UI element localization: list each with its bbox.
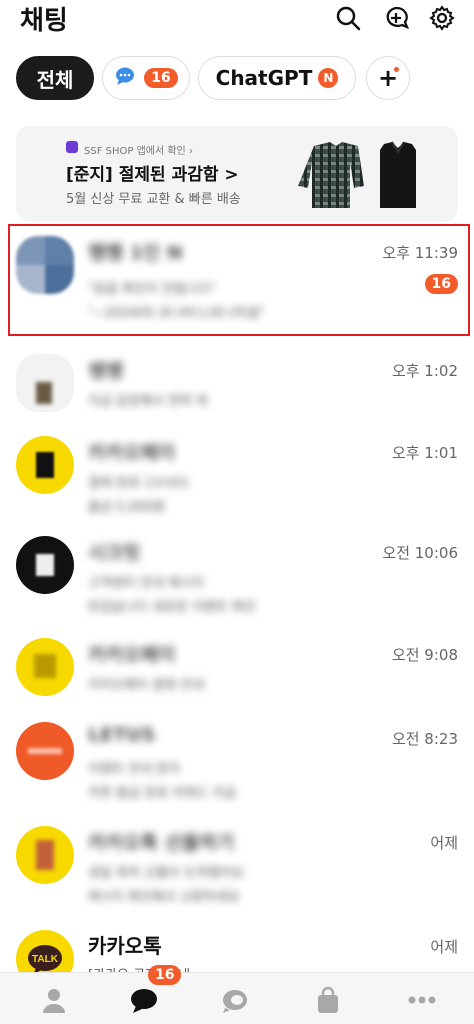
filter-all-label: 전체 xyxy=(36,67,74,92)
chat-row[interactable]: 쨍쨍 1인 N 오후 11:39 16 "읽음 확인이 안됩니다" "~2024… xyxy=(0,226,474,326)
chat-preview-line2: 쿠폰 발급 완료 리워드 지급 xyxy=(88,786,237,801)
ad-title: [준지] 절제된 과감함 > xyxy=(66,165,239,185)
chat-preview-line2: "~202405 유니버스/유니버셜" xyxy=(88,306,265,321)
chat-time: 오전 9:08 xyxy=(391,646,458,664)
shopping-tab-icon[interactable] xyxy=(308,983,348,1017)
ssf-shop-logo xyxy=(66,141,78,153)
kakaopay-avatar xyxy=(16,436,74,494)
chat-row[interactable]: 카카오톡 선물하기 어제 생일 축하 선물이 도착했어요 메시지 확인해서 교환… xyxy=(0,816,474,916)
orange-brand-avatar xyxy=(16,722,74,780)
chat-time: 오후 1:02 xyxy=(391,362,458,380)
talk-logo-text: TALK xyxy=(32,954,59,965)
chats-tab-badge: 16 xyxy=(148,965,182,985)
chat-name: 카카오톡 선물하기 xyxy=(88,832,235,854)
chat-row[interactable]: LETUS 오전 8:23 이벤트 안내 문자 쿠폰 발급 완료 리워드 지급 xyxy=(0,712,474,812)
new-dot xyxy=(394,67,399,72)
black-brand-avatar xyxy=(16,536,74,594)
settings-icon[interactable] xyxy=(428,4,456,32)
friends-tab-icon[interactable] xyxy=(34,983,74,1017)
more-tab-icon[interactable] xyxy=(402,983,442,1017)
chat-bubble-icon xyxy=(114,66,136,90)
chat-time: 어제 xyxy=(430,834,458,852)
chat-name: 쨍쨍 1인 N xyxy=(88,242,183,264)
chat-name: 쌩쌩 xyxy=(88,360,123,382)
chat-name: 카카오페이 xyxy=(88,644,176,666)
chat-row[interactable]: 카카오페이 오후 1:01 결제 완료 13시01 출금 5,000원 xyxy=(0,426,474,526)
chats-tab-icon[interactable] xyxy=(124,983,164,1017)
chat-row[interactable]: 시크릿 오전 10:06 고객센터 안내 메시지 반갑습니다 새로운 이벤트 확… xyxy=(0,526,474,626)
filter-all[interactable]: 전체 xyxy=(16,56,94,100)
chat-name: 시크릿 xyxy=(88,542,141,564)
group-avatar xyxy=(16,236,74,294)
unread-badge: 16 xyxy=(424,274,458,294)
ad-banner[interactable]: SSF SHOP 앱에서 확인 › [준지] 절제된 과감함 > 5월 신상 무… xyxy=(16,126,458,222)
chat-time: 오전 8:23 xyxy=(391,730,458,748)
chat-time: 오전 10:06 xyxy=(382,544,458,562)
chat-filter-bar: 전체 16 ChatGPT N + xyxy=(0,56,474,102)
chat-name: 카카오페이 xyxy=(88,442,176,464)
bottom-tab-bar: 16 xyxy=(0,965,474,1024)
chat-preview-line1: 결제 완료 13시01 xyxy=(88,476,190,491)
chat-time: 오후 1:01 xyxy=(391,444,458,462)
gift-avatar xyxy=(16,826,74,884)
ad-subtitle: 5월 신상 무료 교환 & 빠른 배송 xyxy=(66,192,241,207)
person-avatar xyxy=(16,354,74,412)
filter-unread[interactable]: 16 xyxy=(102,56,190,100)
chat-preview-line1: 생일 축하 선물이 도착했어요 xyxy=(88,866,244,881)
filter-unread-badge: 16 xyxy=(144,68,178,88)
chat-preview-line1: 카카오페이 결제 안내 xyxy=(88,678,204,693)
header: 채팅 xyxy=(0,0,474,40)
chat-time: 오후 11:39 xyxy=(382,244,458,262)
search-icon[interactable] xyxy=(334,4,362,32)
chat-preview-line2: 출금 5,000원 xyxy=(88,500,166,515)
ad-product-image xyxy=(296,138,426,210)
chat-preview-line2: 반갑습니다 새로운 이벤트 확인 xyxy=(88,600,256,615)
page-title: 채팅 xyxy=(20,6,68,36)
openchat-tab-icon[interactable] xyxy=(216,983,256,1017)
kakaopay-yellow-avatar xyxy=(16,638,74,696)
new-chat-icon[interactable] xyxy=(382,4,410,32)
chat-preview-line1: 고객센터 안내 메시지 xyxy=(88,576,204,591)
chat-name: LETUS xyxy=(88,724,156,746)
chat-preview-line1: 이벤트 안내 문자 xyxy=(88,762,180,777)
add-filter-button[interactable]: + xyxy=(366,56,410,100)
chat-preview-line1: "읽음 확인이 안됩니다" xyxy=(88,282,216,297)
chat-name: 카카오톡 xyxy=(88,934,162,958)
new-badge: N xyxy=(318,68,339,88)
ad-source: SSF SHOP 앱에서 확인 › xyxy=(84,146,193,157)
chat-preview-line1: 지금 답장해서 연락 줘 xyxy=(88,394,209,409)
filter-chatgpt-label: ChatGPT xyxy=(215,66,313,90)
chat-time: 어제 xyxy=(430,938,458,956)
filter-chatgpt[interactable]: ChatGPT N xyxy=(198,56,356,100)
chat-preview-line2: 메시지 확인해서 교환하세요 xyxy=(88,890,240,905)
